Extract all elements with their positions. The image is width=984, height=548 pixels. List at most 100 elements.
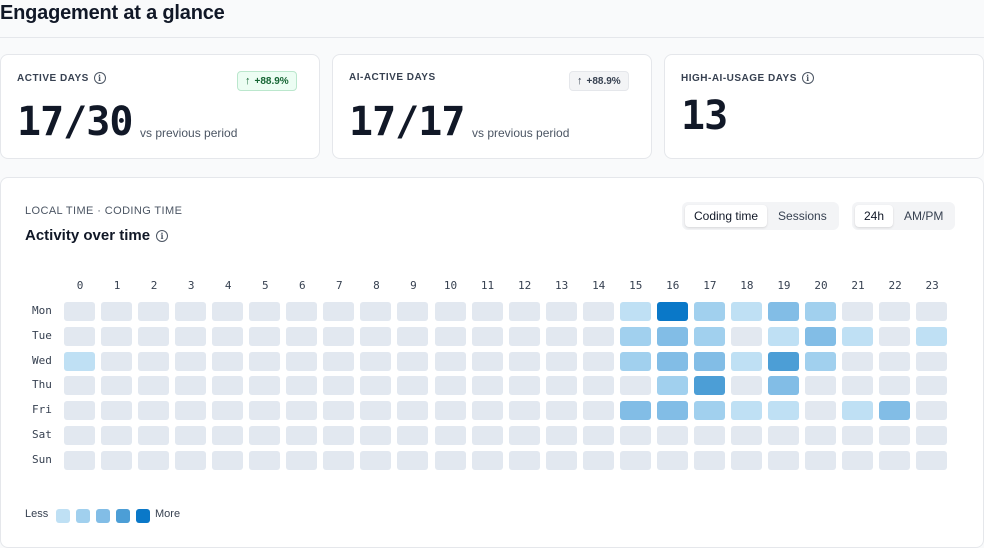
heatmap-cell[interactable]	[842, 426, 874, 445]
heatmap-cell[interactable]	[805, 450, 836, 470]
heatmap-cell[interactable]	[286, 326, 318, 346]
heatmap-cell[interactable]	[360, 401, 392, 421]
heatmap-cell[interactable]	[916, 351, 948, 371]
heatmap-cell[interactable]	[212, 376, 244, 396]
heatmap-cell[interactable]	[323, 376, 355, 396]
heatmap-cell[interactable]	[879, 450, 911, 470]
heatmap-cell[interactable]	[730, 326, 762, 346]
heatmap-cell[interactable]	[249, 376, 281, 396]
heatmap-cell[interactable]	[434, 401, 466, 421]
heatmap-cell[interactable]	[434, 302, 466, 321]
heatmap-cell[interactable]	[916, 326, 948, 346]
heatmap-cell[interactable]	[138, 326, 170, 346]
heatmap-cell[interactable]	[249, 450, 281, 470]
heatmap-cell[interactable]	[212, 326, 244, 346]
heatmap-cell[interactable]	[730, 401, 762, 421]
heatmap-cell[interactable]	[619, 326, 651, 346]
heatmap-cell[interactable]	[508, 302, 540, 321]
toggle-24h[interactable]: 24h	[855, 205, 894, 227]
heatmap-cell[interactable]	[212, 401, 244, 421]
heatmap-cell[interactable]	[508, 401, 540, 421]
heatmap-cell[interactable]	[730, 351, 762, 371]
heatmap-cell[interactable]	[64, 426, 95, 445]
heatmap-cell[interactable]	[471, 401, 503, 421]
heatmap-cell[interactable]	[619, 401, 651, 421]
heatmap-cell[interactable]	[138, 450, 170, 470]
heatmap-cell[interactable]	[360, 326, 392, 346]
heatmap-cell[interactable]	[360, 450, 392, 470]
heatmap-cell[interactable]	[397, 326, 429, 346]
heatmap-cell[interactable]	[397, 302, 429, 321]
heatmap-cell[interactable]	[175, 426, 207, 445]
heatmap-cell[interactable]	[879, 302, 911, 321]
heatmap-cell[interactable]	[434, 326, 466, 346]
heatmap-cell[interactable]	[286, 401, 318, 421]
heatmap-cell[interactable]	[101, 401, 133, 421]
heatmap-cell[interactable]	[916, 401, 948, 421]
heatmap-cell[interactable]	[767, 450, 799, 470]
heatmap-cell[interactable]	[767, 302, 799, 321]
heatmap-cell[interactable]	[730, 426, 762, 445]
heatmap-cell[interactable]	[619, 450, 651, 470]
heatmap-cell[interactable]	[916, 302, 948, 321]
heatmap-cell[interactable]	[619, 302, 651, 321]
heatmap-cell[interactable]	[286, 426, 318, 445]
heatmap-cell[interactable]	[212, 450, 244, 470]
heatmap-cell[interactable]	[545, 401, 577, 421]
heatmap-cell[interactable]	[656, 351, 688, 371]
heatmap-cell[interactable]	[360, 426, 392, 445]
heatmap-cell[interactable]	[508, 376, 540, 396]
heatmap-cell[interactable]	[656, 450, 688, 470]
heatmap-cell[interactable]	[656, 302, 688, 321]
heatmap-cell[interactable]	[508, 426, 540, 445]
heatmap-cell[interactable]	[767, 376, 799, 396]
heatmap-cell[interactable]	[175, 326, 207, 346]
heatmap-cell[interactable]	[582, 351, 614, 371]
heatmap-cell[interactable]	[879, 401, 911, 421]
heatmap-cell[interactable]	[249, 326, 281, 346]
heatmap-cell[interactable]	[767, 426, 799, 445]
heatmap-cell[interactable]	[212, 426, 244, 445]
heatmap-cell[interactable]	[842, 401, 874, 421]
heatmap-cell[interactable]	[805, 401, 836, 421]
heatmap-cell[interactable]	[64, 326, 95, 346]
heatmap-cell[interactable]	[842, 351, 874, 371]
heatmap-cell[interactable]	[471, 326, 503, 346]
heatmap-cell[interactable]	[805, 326, 836, 346]
heatmap-cell[interactable]	[730, 450, 762, 470]
heatmap-cell[interactable]	[286, 302, 318, 321]
heatmap-cell[interactable]	[397, 426, 429, 445]
heatmap-cell[interactable]	[360, 351, 392, 371]
heatmap-cell[interactable]	[471, 302, 503, 321]
heatmap-cell[interactable]	[582, 302, 614, 321]
heatmap-cell[interactable]	[693, 376, 725, 396]
heatmap-cell[interactable]	[879, 326, 911, 346]
heatmap-cell[interactable]	[879, 351, 911, 371]
heatmap-cell[interactable]	[323, 450, 355, 470]
heatmap-cell[interactable]	[434, 450, 466, 470]
heatmap-cell[interactable]	[619, 351, 651, 371]
heatmap-cell[interactable]	[286, 450, 318, 470]
heatmap-cell[interactable]	[101, 426, 133, 445]
info-icon[interactable]: i	[801, 72, 814, 84]
heatmap-cell[interactable]	[582, 450, 614, 470]
heatmap-cell[interactable]	[693, 450, 725, 470]
heatmap-cell[interactable]	[582, 326, 614, 346]
heatmap-cell[interactable]	[64, 351, 95, 371]
heatmap-cell[interactable]	[175, 302, 207, 321]
heatmap-cell[interactable]	[545, 302, 577, 321]
heatmap-cell[interactable]	[249, 351, 281, 371]
heatmap-cell[interactable]	[249, 302, 281, 321]
heatmap-cell[interactable]	[508, 326, 540, 346]
heatmap-cell[interactable]	[693, 302, 725, 321]
heatmap-cell[interactable]	[249, 426, 281, 445]
heatmap-cell[interactable]	[805, 426, 836, 445]
heatmap-cell[interactable]	[842, 376, 874, 396]
heatmap-cell[interactable]	[545, 450, 577, 470]
heatmap-cell[interactable]	[805, 302, 836, 321]
heatmap-cell[interactable]	[879, 426, 911, 445]
heatmap-cell[interactable]	[323, 351, 355, 371]
heatmap-cell[interactable]	[175, 401, 207, 421]
heatmap-cell[interactable]	[693, 351, 725, 371]
heatmap-cell[interactable]	[212, 302, 244, 321]
